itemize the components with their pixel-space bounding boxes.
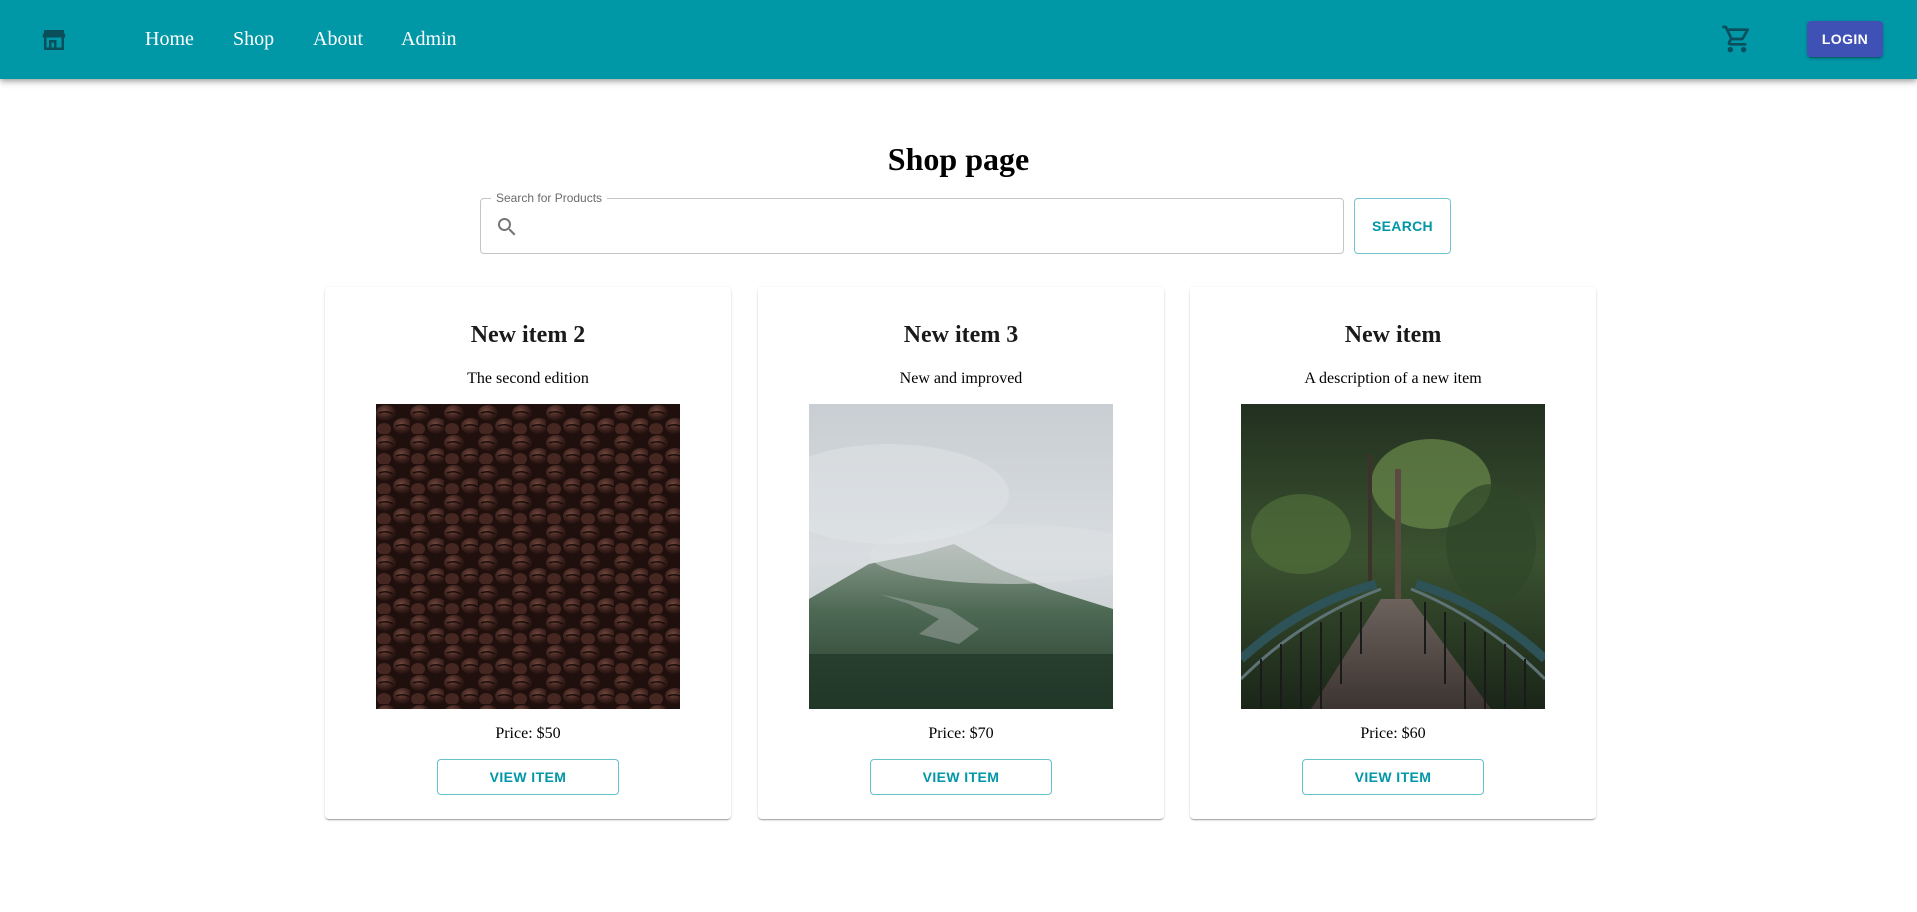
view-item-button[interactable]: VIEW ITEM: [437, 759, 619, 795]
coffee-beans-photo: [376, 404, 680, 709]
view-item-button[interactable]: VIEW ITEM: [870, 759, 1052, 795]
nav-home[interactable]: Home: [145, 26, 194, 52]
product-description: A description of a new item: [1304, 370, 1482, 387]
login-button[interactable]: LOGIN: [1807, 21, 1883, 57]
nav-admin[interactable]: Admin: [401, 26, 457, 52]
storefront-icon[interactable]: [39, 25, 69, 55]
product-description: New and improved: [899, 370, 1023, 387]
product-name: New item 3: [903, 322, 1019, 348]
nav-shop[interactable]: Shop: [233, 26, 274, 52]
search-input[interactable]: [527, 199, 1337, 253]
view-item-button[interactable]: VIEW ITEM: [1302, 759, 1484, 795]
search-button[interactable]: SEARCH: [1354, 198, 1451, 254]
forest-bridge-photo: [1241, 404, 1545, 709]
product-card: New item 2 The second edition Price: $50…: [325, 287, 731, 819]
app-bar: Home Shop About Admin LOGIN: [0, 0, 1917, 79]
product-price: Price: $70: [928, 725, 994, 742]
nav-about[interactable]: About: [313, 26, 363, 52]
product-price: Price: $50: [495, 725, 561, 742]
product-card: New item 3 New and improved Price: $70 V…: [758, 287, 1164, 819]
search-icon: [495, 215, 519, 239]
product-card: New item A description of a new item Pri…: [1190, 287, 1596, 819]
product-price: Price: $60: [1360, 725, 1426, 742]
page-title: Shop page: [887, 141, 1030, 177]
product-name: New item: [1344, 322, 1442, 348]
misty-mountain-photo: [809, 404, 1113, 709]
shopping-cart-icon[interactable]: [1721, 23, 1753, 55]
product-description: The second edition: [467, 370, 589, 387]
product-name: New item 2: [470, 322, 586, 348]
search-field[interactable]: Search for Products: [480, 191, 1344, 254]
